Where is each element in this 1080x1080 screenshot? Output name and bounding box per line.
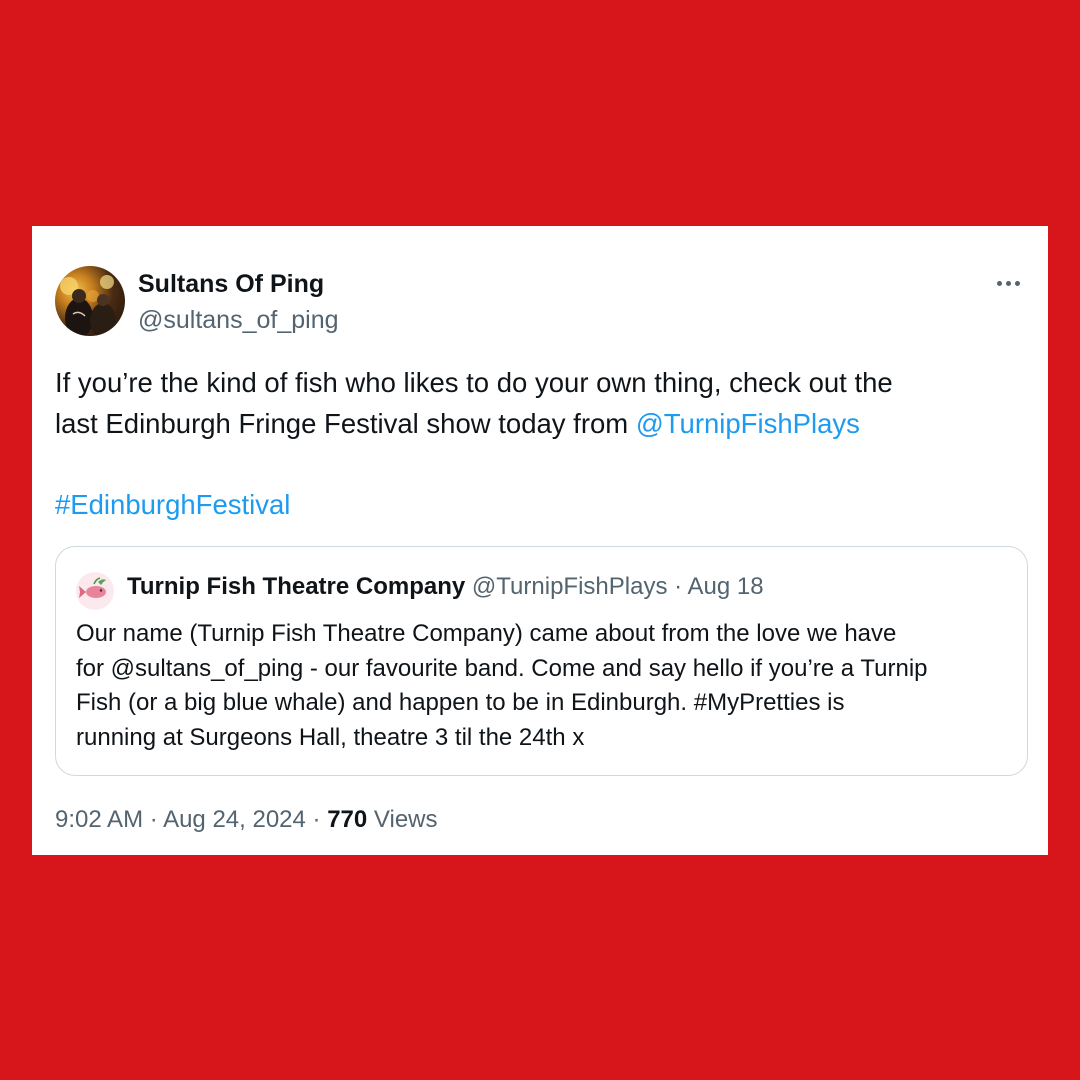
quoted-date[interactable]: Aug 18	[687, 573, 763, 600]
tweet-date[interactable]: Aug 24, 2024	[163, 806, 306, 833]
tweet-text: If you’re the kind of fish who likes to …	[55, 362, 1015, 444]
avatar[interactable]	[55, 266, 125, 336]
tweet-text-line: If you’re the kind of fish who likes to …	[55, 367, 893, 398]
avatar-photo	[60, 275, 116, 336]
quoted-header: Turnip Fish Theatre Company @TurnipFishP…	[127, 573, 764, 601]
mention-link[interactable]: @TurnipFishPlays	[636, 408, 860, 439]
views-count: 770	[327, 806, 368, 833]
quoted-text-line: Fish (or a big blue whale) and happen to…	[76, 689, 845, 716]
dot	[1014, 280, 1020, 286]
quoted-text-line: running at Surgeons Hall, theatre 3 til …	[76, 723, 585, 751]
dot	[1005, 280, 1011, 286]
quoted-avatar[interactable]	[76, 572, 114, 610]
quoted-display-name[interactable]: Turnip Fish Theatre Company	[127, 573, 465, 600]
display-name[interactable]: Sultans Of Ping	[138, 270, 324, 299]
hashtag-line: #EdinburghFestival	[55, 484, 290, 525]
fish-icon	[79, 577, 106, 598]
quoted-tweet[interactable]: Turnip Fish Theatre Company @TurnipFishP…	[55, 546, 1028, 776]
quoted-text: Our name (Turnip Fish Theatre Company) c…	[76, 617, 1011, 755]
user-handle[interactable]: @sultans_of_ping	[138, 306, 339, 335]
views-label: Views	[373, 806, 438, 833]
quoted-handle[interactable]: @TurnipFishPlays	[472, 573, 668, 600]
tweet-card: Sultans Of Ping @sultans_of_ping If you’…	[32, 226, 1048, 855]
quoted-text-line: for @sultans_of_ping - our favourite ban…	[76, 654, 928, 682]
quoted-text-line: Our name (Turnip Fish Theatre Company) c…	[76, 620, 897, 647]
dot	[996, 280, 1002, 286]
more-options-icon[interactable]	[988, 268, 1028, 298]
tweet-time[interactable]: 9:02 AM	[55, 806, 143, 833]
tweet-text-line: last Edinburgh Fringe Festival show toda…	[55, 403, 1015, 444]
tweet-meta: 9:02 AM · Aug 24, 2024 · 770 Views	[55, 806, 438, 834]
tweet-text-fragment: last Edinburgh Fringe Festival show toda…	[55, 408, 636, 439]
separator: ·	[667, 573, 688, 600]
hashtag-link[interactable]: #EdinburghFestival	[55, 489, 290, 520]
separator: ·	[305, 806, 328, 833]
separator: ·	[143, 806, 164, 833]
